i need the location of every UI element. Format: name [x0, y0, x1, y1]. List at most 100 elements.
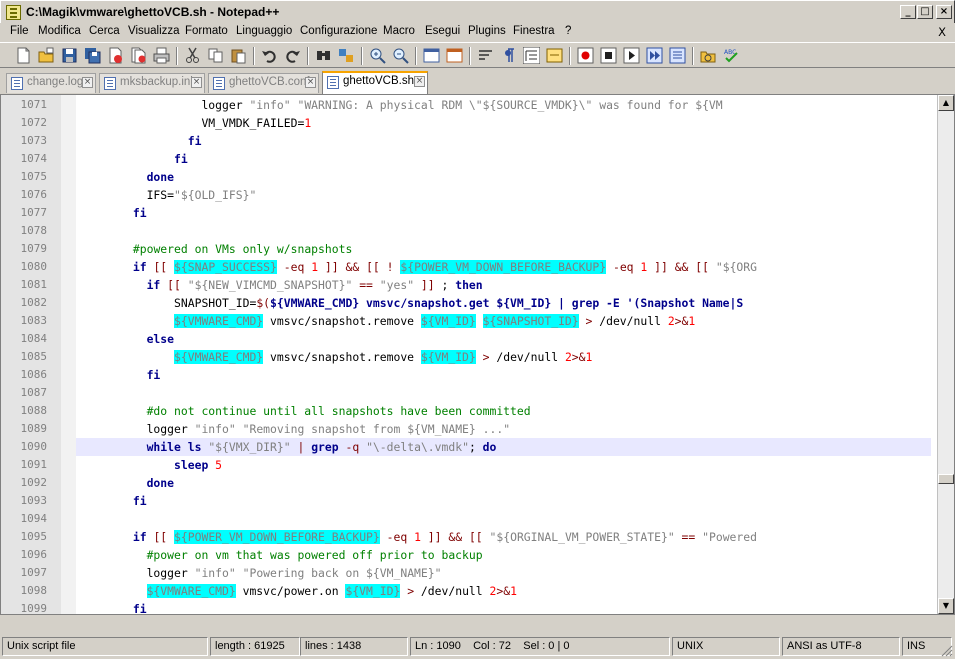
- code-line[interactable]: 1095 if [[ ${POWER_VM_DOWN_BEFORE_BACKUP…: [1, 528, 931, 546]
- menu-modifica[interactable]: Modifica: [38, 25, 81, 37]
- code-line[interactable]: 1077 fi: [1, 204, 931, 222]
- undo-icon[interactable]: [261, 47, 278, 64]
- code-text: fi: [174, 152, 188, 166]
- code-line[interactable]: 1080 if [[ ${SNAP_SUCCESS} -eq 1 ]] && […: [1, 258, 931, 276]
- save-icon[interactable]: [61, 47, 78, 64]
- notepad-app-icon[interactable]: [6, 5, 21, 20]
- code-line[interactable]: 1085 ${VMWARE_CMD} vmsvc/snapshot.remove…: [1, 348, 931, 366]
- code-text: fi: [146, 368, 161, 382]
- play-macro-icon[interactable]: [623, 47, 640, 64]
- toolbar-separator: [176, 47, 178, 65]
- indent-guide-icon[interactable]: [523, 47, 540, 64]
- line-number: 1089: [20, 422, 48, 435]
- menu-macro[interactable]: Macro: [383, 25, 415, 37]
- code-line[interactable]: 1091 sleep 5: [1, 456, 931, 474]
- open-file-icon[interactable]: [38, 47, 55, 64]
- save-all-icon[interactable]: [84, 47, 101, 64]
- code-line[interactable]: 1089 logger "info" "Removing snapshot fr…: [1, 420, 931, 438]
- code-line[interactable]: 1093 fi: [1, 492, 931, 510]
- code-line[interactable]: 1087: [1, 384, 931, 402]
- find-icon[interactable]: [315, 47, 332, 64]
- menu-formato[interactable]: Formato: [185, 25, 228, 37]
- tab-ghettovcb-sh[interactable]: ghettoVCB.sh ×: [322, 71, 428, 94]
- tab-label: change.log: [27, 76, 84, 88]
- code-line[interactable]: 1096 #power on vm that was powered off p…: [1, 546, 931, 564]
- resize-grip-icon[interactable]: [941, 645, 953, 657]
- vertical-scrollbar[interactable]: ▲ ▼: [937, 95, 954, 614]
- document-close-icon[interactable]: X: [938, 25, 946, 39]
- maximize-button[interactable]: □: [917, 5, 933, 19]
- close-button[interactable]: ×: [936, 5, 952, 19]
- menu-configurazione[interactable]: Configurazione: [300, 25, 377, 37]
- run-macro-multiple-icon[interactable]: [646, 47, 663, 64]
- tab-close-icon[interactable]: ×: [305, 77, 316, 88]
- new-file-icon[interactable]: [15, 47, 32, 64]
- code-line[interactable]: 1090 while ls "${VMX_DIR}" | grep -q "\-…: [1, 438, 931, 456]
- zoom-out-icon[interactable]: [392, 47, 409, 64]
- tab-change-log[interactable]: change.log ×: [6, 73, 96, 93]
- zoom-in-icon[interactable]: [369, 47, 386, 64]
- menu-file[interactable]: File: [10, 25, 29, 37]
- code-line[interactable]: 1073 fi: [1, 132, 931, 150]
- code-text: logger "info" "Powering back on ${VM_NAM…: [78, 566, 442, 580]
- copy-icon[interactable]: [207, 47, 224, 64]
- tab-close-icon[interactable]: ×: [191, 77, 202, 88]
- show-all-chars-icon[interactable]: [500, 47, 517, 64]
- word-wrap-icon[interactable]: [477, 47, 494, 64]
- menu-cerca[interactable]: Cerca: [89, 25, 120, 37]
- code-line[interactable]: 1099 fi: [1, 600, 931, 614]
- tab-close-icon[interactable]: ×: [414, 76, 425, 87]
- plugin-folder-icon[interactable]: [700, 47, 717, 64]
- code-line[interactable]: 1074 fi: [1, 150, 931, 168]
- code-line[interactable]: 1081 if [[ "${NEW_VIMCMD_SNAPSHOT}" == "…: [1, 276, 931, 294]
- sync-horizontal-icon[interactable]: [446, 47, 463, 64]
- code-line[interactable]: 1082 SNAPSHOT_ID=$(${VMWARE_CMD} vmsvc/s…: [1, 294, 931, 312]
- code-line[interactable]: 1088 #do not continue until all snapshot…: [1, 402, 931, 420]
- code-text: ${VMWARE_CMD} vmsvc/snapshot.remove ${VM…: [174, 314, 696, 328]
- replace-icon[interactable]: [338, 47, 355, 64]
- minimize-button[interactable]: _: [900, 5, 916, 19]
- code-line[interactable]: 1086 fi: [1, 366, 931, 384]
- sync-vertical-icon[interactable]: [423, 47, 440, 64]
- menu-finestra[interactable]: Finestra: [513, 25, 555, 37]
- tab-ghettovcb-conf[interactable]: ghettoVCB.conf ×: [208, 73, 319, 93]
- scroll-thumb[interactable]: [938, 474, 954, 484]
- spell-check-icon[interactable]: ABC: [723, 47, 740, 64]
- code-editor[interactable]: 1071 logger "info" "WARNING: A physical …: [0, 94, 955, 615]
- paste-icon[interactable]: [230, 47, 247, 64]
- code-line[interactable]: 1094: [1, 510, 931, 528]
- menu-linguaggio[interactable]: Linguaggio: [236, 25, 292, 37]
- code-line[interactable]: 1071 logger "info" "WARNING: A physical …: [1, 96, 931, 114]
- save-macro-icon[interactable]: [669, 47, 686, 64]
- close-all-icon[interactable]: [130, 47, 147, 64]
- code-line[interactable]: 1097 logger "info" "Powering back on ${V…: [1, 564, 931, 582]
- line-number: 1087: [20, 386, 48, 399]
- print-icon[interactable]: [153, 47, 170, 64]
- cut-icon[interactable]: [184, 47, 201, 64]
- code-line[interactable]: 1098 ${VMWARE_CMD} vmsvc/power.on ${VM_I…: [1, 582, 931, 600]
- code-line[interactable]: 1072 VM_VMDK_FAILED=1: [1, 114, 931, 132]
- code-line[interactable]: 1092 done: [1, 474, 931, 492]
- line-number: 1082: [20, 296, 48, 309]
- menu-plugins[interactable]: Plugins: [468, 25, 506, 37]
- status-eol: UNIX: [672, 637, 780, 656]
- code-line[interactable]: 1075 done: [1, 168, 931, 186]
- tab-close-icon[interactable]: ×: [82, 77, 93, 88]
- code-line[interactable]: 1083 ${VMWARE_CMD} vmsvc/snapshot.remove…: [1, 312, 931, 330]
- code-line[interactable]: 1079 #powered on VMs only w/snapshots: [1, 240, 931, 258]
- record-macro-icon[interactable]: [577, 47, 594, 64]
- menu-visualizza[interactable]: Visualizza: [128, 25, 180, 37]
- stop-macro-icon[interactable]: [600, 47, 617, 64]
- user-defined-lang-icon[interactable]: [546, 47, 563, 64]
- menu-esegui[interactable]: Esegui: [425, 25, 460, 37]
- redo-icon[interactable]: [284, 47, 301, 64]
- code-line[interactable]: 1076 IFS="${OLD_IFS}": [1, 186, 931, 204]
- code-line[interactable]: 1084 else: [1, 330, 931, 348]
- scroll-down-icon[interactable]: ▼: [938, 598, 954, 614]
- code-line[interactable]: 1078: [1, 222, 931, 240]
- toolbar-separator: [692, 47, 694, 65]
- menu-help[interactable]: ?: [565, 25, 571, 37]
- scroll-up-icon[interactable]: ▲: [938, 95, 954, 111]
- close-file-icon[interactable]: [107, 47, 124, 64]
- tab-mksbackup-ini[interactable]: mksbackup.ini ×: [99, 73, 205, 93]
